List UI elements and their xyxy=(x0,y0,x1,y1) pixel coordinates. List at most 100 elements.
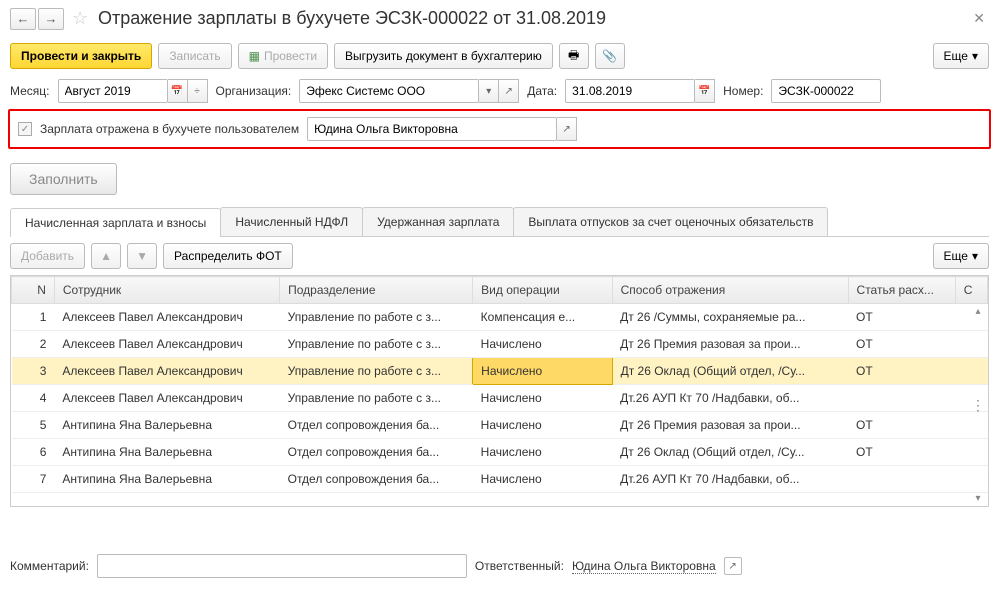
reflected-checkbox[interactable]: ✓ xyxy=(18,122,32,136)
paperclip-icon: 📎 xyxy=(602,49,617,63)
export-button[interactable]: Выгрузить документ в бухгалтерию xyxy=(334,43,553,69)
col-department[interactable]: Подразделение xyxy=(280,277,473,304)
cell-article: ОТ xyxy=(848,304,955,331)
tab-withheld[interactable]: Удержанная зарплата xyxy=(362,207,514,236)
col-n[interactable]: N xyxy=(12,277,55,304)
col-c[interactable]: С xyxy=(955,277,987,304)
tab-salary-contributions[interactable]: Начисленная зарплата и взносы xyxy=(10,208,221,237)
date-label: Дата: xyxy=(527,84,557,98)
add-row-button[interactable]: Добавить xyxy=(10,243,85,269)
month-field[interactable] xyxy=(58,79,168,103)
comment-label: Комментарий: xyxy=(10,559,89,573)
chevron-down-icon: ▾ xyxy=(972,249,978,263)
month-stepper[interactable]: ÷ xyxy=(188,79,208,103)
cell-operation: Начислено xyxy=(473,466,612,493)
table-row[interactable]: 5Антипина Яна ВалерьевнаОтдел сопровожде… xyxy=(12,412,988,439)
print-button[interactable]: 🖶 xyxy=(559,43,589,69)
org-label: Организация: xyxy=(216,84,292,98)
reflected-open-icon[interactable]: ↗ xyxy=(557,117,577,141)
arrow-up-icon: ▲ xyxy=(100,249,112,263)
nav-back-button[interactable]: ← xyxy=(10,8,36,30)
distribute-button[interactable]: Распределить ФОТ xyxy=(163,243,293,269)
data-table: N Сотрудник Подразделение Вид операции С… xyxy=(11,276,988,493)
cell-department: Отдел сопровождения ба... xyxy=(280,412,473,439)
reflected-user-field[interactable] xyxy=(307,117,557,141)
cell-department: Управление по работе с з... xyxy=(280,331,473,358)
scroll-up-icon[interactable]: ▴ xyxy=(975,306,980,317)
responsible-label: Ответственный: xyxy=(475,559,564,573)
post-and-close-button[interactable]: Провести и закрыть xyxy=(10,43,152,69)
col-reflection[interactable]: Способ отражения xyxy=(612,277,848,304)
nav-forward-button[interactable]: → xyxy=(38,8,64,30)
reflected-label: Зарплата отражена в бухучете пользовател… xyxy=(40,122,299,136)
cell-reflection: Дт 26 Оклад (Общий отдел, /Су... xyxy=(612,358,848,385)
cell-reflection: Дт 26 Премия разовая за прои... xyxy=(612,331,848,358)
cell-department: Управление по работе с з... xyxy=(280,304,473,331)
cell-article: ОТ xyxy=(848,358,955,385)
print-icon: 🖶 xyxy=(568,46,579,67)
fill-button[interactable]: Заполнить xyxy=(10,163,117,195)
attach-button[interactable]: 📎 xyxy=(595,43,625,69)
open-icon[interactable]: ↗ xyxy=(499,79,519,103)
more-button[interactable]: Еще ▾ xyxy=(933,43,989,69)
table-row[interactable]: 4Алексеев Павел АлександровичУправление … xyxy=(12,385,988,412)
number-label: Номер: xyxy=(723,84,763,98)
calendar-icon[interactable]: 📅 xyxy=(168,79,188,103)
save-button[interactable]: Записать xyxy=(158,43,231,69)
table-row[interactable]: 3Алексеев Павел АлександровичУправление … xyxy=(12,358,988,385)
cell-operation: Компенсация е... xyxy=(473,304,612,331)
col-operation[interactable]: Вид операции xyxy=(473,277,612,304)
cell-employee: Антипина Яна Валерьевна xyxy=(54,412,279,439)
date-field[interactable] xyxy=(565,79,695,103)
move-down-button[interactable]: ▼ xyxy=(127,243,157,269)
table-more-button[interactable]: Еще ▾ xyxy=(933,243,989,269)
table-row[interactable]: 1Алексеев Павел АлександровичУправление … xyxy=(12,304,988,331)
date-calendar-icon[interactable]: 📅 xyxy=(695,79,715,103)
scroll-down-icon[interactable]: ▾ xyxy=(975,493,980,504)
cell-article: ОТ xyxy=(848,412,955,439)
cell-employee: Алексеев Павел Александрович xyxy=(54,304,279,331)
cell-n: 7 xyxy=(12,466,55,493)
chevron-down-icon: ▾ xyxy=(972,49,978,63)
cell-n: 2 xyxy=(12,331,55,358)
cell-n: 1 xyxy=(12,304,55,331)
table-row[interactable]: 7Антипина Яна ВалерьевнаОтдел сопровожде… xyxy=(12,466,988,493)
cell-article xyxy=(848,466,955,493)
table-row[interactable]: 6Антипина Яна ВалерьевнаОтдел сопровожде… xyxy=(12,439,988,466)
cell-n: 5 xyxy=(12,412,55,439)
cell-article: ОТ xyxy=(848,439,955,466)
org-field[interactable] xyxy=(299,79,479,103)
post-button[interactable]: ▦Провести xyxy=(238,43,328,69)
cell-reflection: Дт 26 /Суммы, сохраняемые ра... xyxy=(612,304,848,331)
post-icon: ▦ xyxy=(249,49,260,63)
tab-vacation[interactable]: Выплата отпусков за счет оценочных обяза… xyxy=(513,207,828,236)
cell-operation: Начислено xyxy=(473,412,612,439)
move-up-button[interactable]: ▲ xyxy=(91,243,121,269)
cell-employee: Алексеев Павел Александрович xyxy=(54,385,279,412)
close-icon[interactable]: ✕ xyxy=(969,6,989,31)
arrow-down-icon: ▼ xyxy=(136,249,148,263)
vertical-scrollbar[interactable]: ▴ ⋮ ▾ xyxy=(970,306,986,504)
cell-article xyxy=(848,385,955,412)
col-employee[interactable]: Сотрудник xyxy=(54,277,279,304)
responsible-open-icon[interactable]: ↗ xyxy=(724,557,742,575)
responsible-link[interactable]: Юдина Ольга Викторовна xyxy=(572,559,716,574)
month-label: Месяц: xyxy=(10,84,50,98)
cell-employee: Алексеев Павел Александрович xyxy=(54,358,279,385)
cell-employee: Антипина Яна Валерьевна xyxy=(54,466,279,493)
table-row[interactable]: 2Алексеев Павел АлександровичУправление … xyxy=(12,331,988,358)
cell-article: ОТ xyxy=(848,331,955,358)
cell-reflection: Дт 26 Оклад (Общий отдел, /Су... xyxy=(612,439,848,466)
cell-employee: Алексеев Павел Александрович xyxy=(54,331,279,358)
col-article[interactable]: Статья расх... xyxy=(848,277,955,304)
cell-employee: Антипина Яна Валерьевна xyxy=(54,439,279,466)
cell-reflection: Дт.26 АУП Кт 70 /Надбавки, об... xyxy=(612,385,848,412)
tab-ndfl[interactable]: Начисленный НДФЛ xyxy=(220,207,363,236)
dropdown-icon[interactable]: ▾ xyxy=(479,79,499,103)
comment-field[interactable] xyxy=(97,554,467,578)
page-title: Отражение зарплаты в бухучете ЭСЗК-00002… xyxy=(98,8,606,29)
cell-n: 4 xyxy=(12,385,55,412)
number-field[interactable] xyxy=(771,79,881,103)
favorite-star-icon[interactable]: ☆ xyxy=(72,9,92,29)
cell-n: 6 xyxy=(12,439,55,466)
